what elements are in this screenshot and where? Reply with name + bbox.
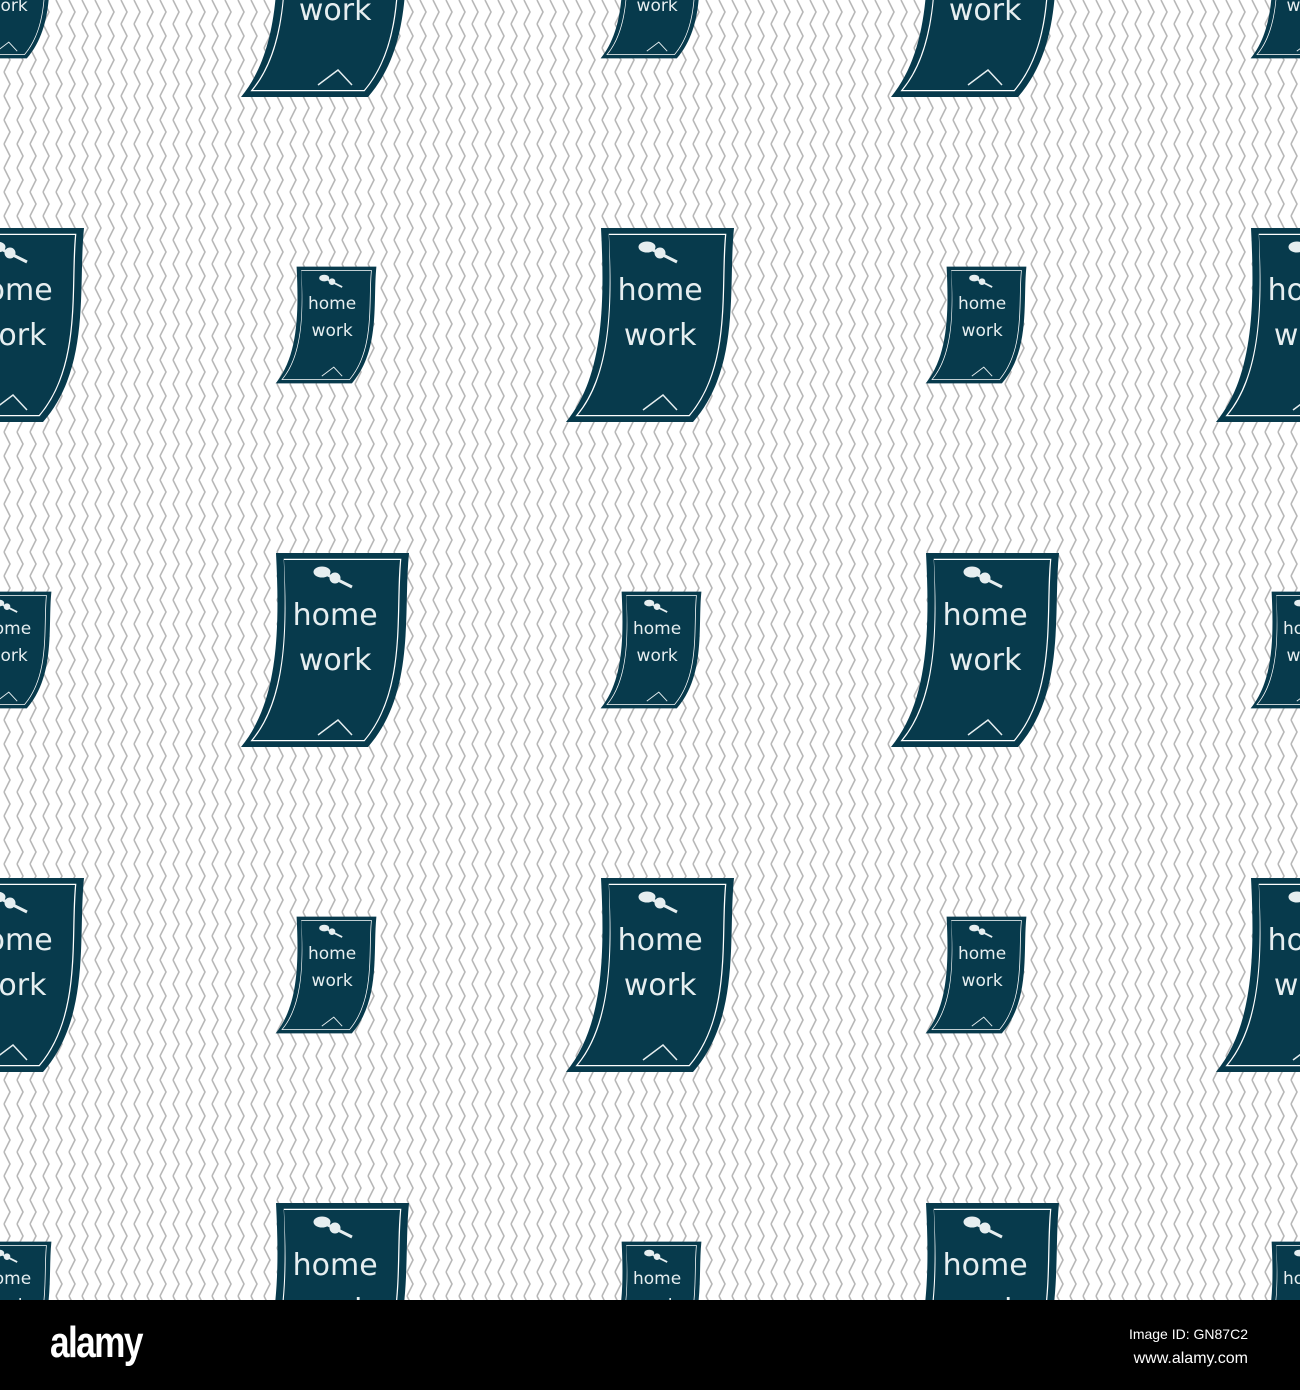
homework-note-icon: home work (275, 266, 377, 384)
icon-text-home: home (1283, 618, 1300, 639)
icon-text-home: home (0, 1268, 32, 1289)
icon-text-home: home (0, 618, 32, 639)
icon-text-work: work (1273, 318, 1300, 354)
icon-text-home: home (958, 943, 1007, 964)
homework-note-icon: homework (1250, 1241, 1300, 1300)
icon-text-home: home (0, 923, 53, 958)
icon-text-home: home (942, 598, 1028, 633)
icon-text-home: home (1283, 1268, 1300, 1289)
icon-text-work: work (0, 968, 47, 1004)
icon-text-work: work (961, 320, 1003, 341)
icon-text-home: home (308, 943, 357, 964)
icon-text-work: work (0, 0, 28, 16)
icon-text-home: home (633, 618, 682, 639)
homework-note-icon: home work (0, 227, 85, 423)
icon-text-work: work (636, 0, 678, 16)
icon-text-home: home (958, 293, 1007, 314)
image-id: Image ID: GN87C2 (1128, 1326, 1248, 1342)
icon-text-home: home (292, 598, 378, 633)
homework-note-icon: homework (890, 1202, 1060, 1300)
icon-text-work: work (623, 968, 697, 1004)
homework-note-icon: home work (1215, 227, 1300, 423)
icon-text-work: work (0, 645, 28, 666)
icon-text-work: work (961, 970, 1003, 991)
homework-note-icon: home work (240, 552, 410, 748)
icon-text-home: home (1267, 923, 1300, 958)
homework-note-icon: home work (1215, 877, 1300, 1073)
icon-text-home: home (308, 293, 357, 314)
icon-text-home: home (617, 273, 703, 308)
homework-note-icon: home work (600, 591, 702, 709)
icon-text-work: work (298, 643, 372, 679)
icon-text-work: work (948, 643, 1022, 679)
homework-pattern-image: home work home work home work home work home… (0, 0, 1300, 1300)
homework-note-icon: homework (890, 0, 1060, 98)
icon-text-home: home (0, 273, 53, 308)
homework-note-icon: homework (600, 1241, 702, 1300)
homework-note-icon: homework (0, 0, 52, 59)
homework-note-icon: homework (1250, 0, 1300, 59)
icon-text-home: home (633, 1268, 682, 1289)
icon-text-home: home (1267, 273, 1300, 308)
icon-text-work: work (1286, 645, 1300, 666)
homework-note-icon: home work (565, 877, 735, 1073)
icon-text-home: home (292, 1248, 378, 1283)
homework-note-icon: home work (0, 877, 85, 1073)
icon-text-work: work (311, 970, 353, 991)
homework-note-icon: home work (925, 266, 1027, 384)
homework-note-icon: homework (240, 0, 410, 98)
alamy-logo: alamy (50, 1318, 143, 1367)
homework-note-icon: home work (0, 591, 52, 709)
website-link: www.alamy.com (1133, 1350, 1248, 1367)
icon-text-home: home (617, 923, 703, 958)
icon-text-work: work (1273, 968, 1300, 1004)
homework-note-icon: home work (275, 916, 377, 1034)
icon-text-work: work (311, 320, 353, 341)
icon-text-work: work (948, 0, 1022, 29)
icon-text-work: work (0, 318, 47, 354)
homework-note-icon: home work (565, 227, 735, 423)
icon-text-work: work (636, 645, 678, 666)
homework-note-icon: home work (925, 916, 1027, 1034)
homework-note-icon: home work (890, 552, 1060, 748)
homework-note-icon: homework (240, 1202, 410, 1300)
homework-note-icon: home work (1250, 591, 1300, 709)
homework-note-icon: homework (600, 0, 702, 59)
icon-text-work: work (1286, 0, 1300, 16)
icon-text-work: work (623, 318, 697, 354)
watermark-footer: alamy Image ID: GN87C2 www.alamy.com (0, 1300, 1300, 1390)
icon-text-home: home (942, 1248, 1028, 1283)
homework-note-icon: homework (0, 1241, 52, 1300)
icon-text-work: work (298, 0, 372, 29)
